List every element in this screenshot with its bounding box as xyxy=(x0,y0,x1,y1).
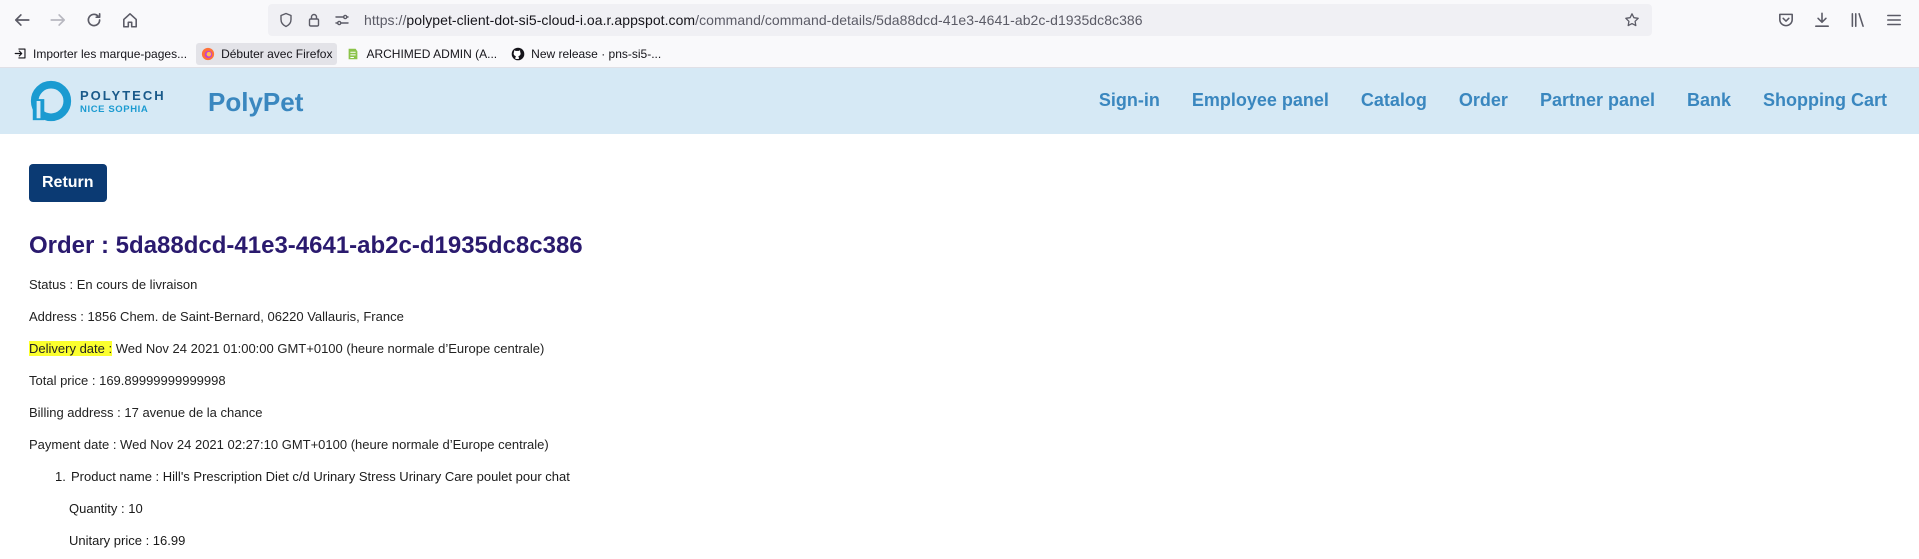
order-delivery-date: Delivery date : Wed Nov 24 2021 01:00:00… xyxy=(29,341,1879,357)
order-details: Return Order : 5da88dcd-41e3-4641-ab2c-d… xyxy=(29,164,1879,559)
product-quantity: Quantity : 10 xyxy=(69,501,143,516)
forward-button[interactable] xyxy=(40,4,76,36)
back-arrow-icon xyxy=(14,14,30,26)
delivery-date-value: Wed Nov 24 2021 01:00:00 GMT+0100 (heure… xyxy=(112,341,545,356)
delivery-date-label: Delivery date : xyxy=(29,341,113,356)
logo-text: POLYTECH NICE SOPHIA xyxy=(80,88,166,115)
order-payment-date: Payment date : Wed Nov 24 2021 02:27:10 … xyxy=(29,437,549,452)
nav-partner-panel[interactable]: Partner panel xyxy=(1540,90,1655,111)
list-item: 1. Product name : Hill's Prescription Di… xyxy=(55,469,1879,549)
nav-bank[interactable]: Bank xyxy=(1687,90,1731,111)
shield-icon[interactable] xyxy=(272,6,300,34)
brand-name[interactable]: PolyPet xyxy=(208,87,303,118)
downloads-button[interactable] xyxy=(1807,4,1837,36)
archimed-icon xyxy=(346,47,360,61)
reload-button[interactable] xyxy=(76,4,112,36)
logo-line1: POLYTECH xyxy=(80,87,166,103)
bookmarks-toolbar: Importer les marque-pages... Débuter ave… xyxy=(0,40,1919,68)
github-icon xyxy=(511,47,525,61)
home-button[interactable] xyxy=(112,4,148,36)
menu-button[interactable] xyxy=(1879,4,1909,36)
url-prefix: https:// xyxy=(364,12,407,28)
star-icon xyxy=(1625,13,1639,27)
order-info: Status : En cours de livraison Address :… xyxy=(29,277,1879,549)
bookmark-import[interactable]: Importer les marque-pages... xyxy=(8,43,192,65)
order-address: Address : 1856 Chem. de Saint-Bernard, 0… xyxy=(29,309,404,324)
product-list: 1. Product name : Hill's Prescription Di… xyxy=(55,469,1879,549)
hamburger-menu-icon xyxy=(1887,14,1901,26)
url-text[interactable]: https://polypet-client-dot-si5-cloud-i.o… xyxy=(364,12,1143,28)
home-icon xyxy=(123,13,137,28)
lock-icon[interactable] xyxy=(300,6,328,34)
pocket-icon xyxy=(1779,13,1793,27)
bookmark-archimed[interactable]: ARCHIMED ADMIN (A... xyxy=(341,43,502,65)
bookmark-star-button[interactable] xyxy=(1620,8,1644,32)
bookmark-github[interactable]: New release · pns-si5-... xyxy=(506,43,666,65)
nav-sign-in[interactable]: Sign-in xyxy=(1099,90,1160,111)
nav-catalog[interactable]: Catalog xyxy=(1361,90,1427,111)
browser-toolbar: https://polypet-client-dot-si5-cloud-i.o… xyxy=(0,0,1919,40)
polytech-logo-mark-icon xyxy=(30,80,72,122)
forward-arrow-icon xyxy=(50,14,66,26)
library-icon xyxy=(1851,13,1864,27)
polytech-logo[interactable]: POLYTECH NICE SOPHIA xyxy=(28,77,183,125)
bookmark-label: ARCHIMED ADMIN (A... xyxy=(366,46,498,61)
product-unitary-price: Unitary price : 16.99 xyxy=(69,533,186,548)
bookmark-label: Débuter avec Firefox xyxy=(221,46,333,61)
download-icon xyxy=(1815,12,1829,27)
toolbar-right xyxy=(1771,4,1909,36)
site-header: POLYTECH NICE SOPHIA PolyPet Sign-in Emp… xyxy=(0,68,1919,134)
bookmark-label: Importer les marque-pages... xyxy=(33,46,188,61)
main-nav: Sign-in Employee panel Catalog Order Par… xyxy=(1099,90,1887,111)
firefox-icon xyxy=(201,47,215,61)
library-button[interactable] xyxy=(1843,4,1873,36)
reload-icon xyxy=(87,12,101,27)
order-total-price: Total price : 169.89999999999998 xyxy=(29,373,226,388)
pocket-button[interactable] xyxy=(1771,4,1801,36)
nav-shopping-cart[interactable]: Shopping Cart xyxy=(1763,90,1887,111)
nav-employee-panel[interactable]: Employee panel xyxy=(1192,90,1329,111)
back-button[interactable] xyxy=(4,4,40,36)
product-name: Product name : Hill's Prescription Diet … xyxy=(71,469,570,484)
address-bar[interactable]: https://polypet-client-dot-si5-cloud-i.o… xyxy=(268,4,1652,36)
order-billing-address: Billing address : 17 avenue de la chance xyxy=(29,405,263,420)
permissions-icon[interactable] xyxy=(328,6,356,34)
product-name-line: 1. Product name : Hill's Prescription Di… xyxy=(55,469,1879,485)
bookmark-label: New release · pns-si5-... xyxy=(531,46,662,61)
product-number: 1. xyxy=(55,469,66,484)
nav-order[interactable]: Order xyxy=(1459,90,1508,111)
order-title: Order : 5da88dcd-41e3-4641-ab2c-d1935dc8… xyxy=(29,232,583,259)
logo-line2: NICE SOPHIA xyxy=(80,103,149,115)
nav-buttons xyxy=(4,4,148,36)
bookmark-firefox[interactable]: Débuter avec Firefox xyxy=(196,42,338,65)
import-icon xyxy=(13,47,27,61)
return-button[interactable]: Return xyxy=(29,164,107,202)
order-status: Status : En cours de livraison xyxy=(29,277,198,292)
url-path: /command/command-details/5da88dcd-41e3-4… xyxy=(695,12,1143,28)
url-host: polypet-client-dot-si5-cloud-i.oa.r.apps… xyxy=(406,12,696,28)
